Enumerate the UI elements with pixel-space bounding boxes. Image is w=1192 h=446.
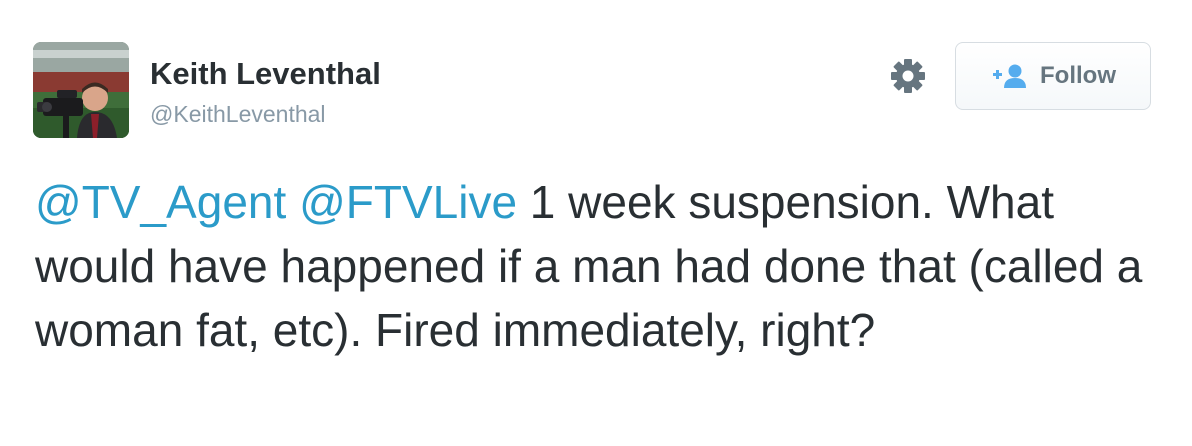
tweet-text: @TV_Agent @FTVLive 1 week suspension. Wh… [35, 170, 1165, 362]
avatar-image [33, 42, 129, 138]
gear-icon[interactable] [888, 56, 928, 96]
follow-button[interactable]: Follow [955, 42, 1151, 110]
mention-link[interactable]: @TV_Agent [35, 176, 286, 228]
author-display-name[interactable]: Keith Leventhal [150, 56, 381, 92]
add-user-icon [990, 63, 1030, 89]
avatar[interactable] [33, 42, 129, 138]
mention-link[interactable]: @FTVLive [299, 176, 517, 228]
tweet-card: Keith Leventhal @KeithLeventhal Follow @… [0, 0, 1192, 446]
author-handle[interactable]: @KeithLeventhal [150, 100, 326, 128]
follow-label: Follow [1040, 62, 1116, 89]
